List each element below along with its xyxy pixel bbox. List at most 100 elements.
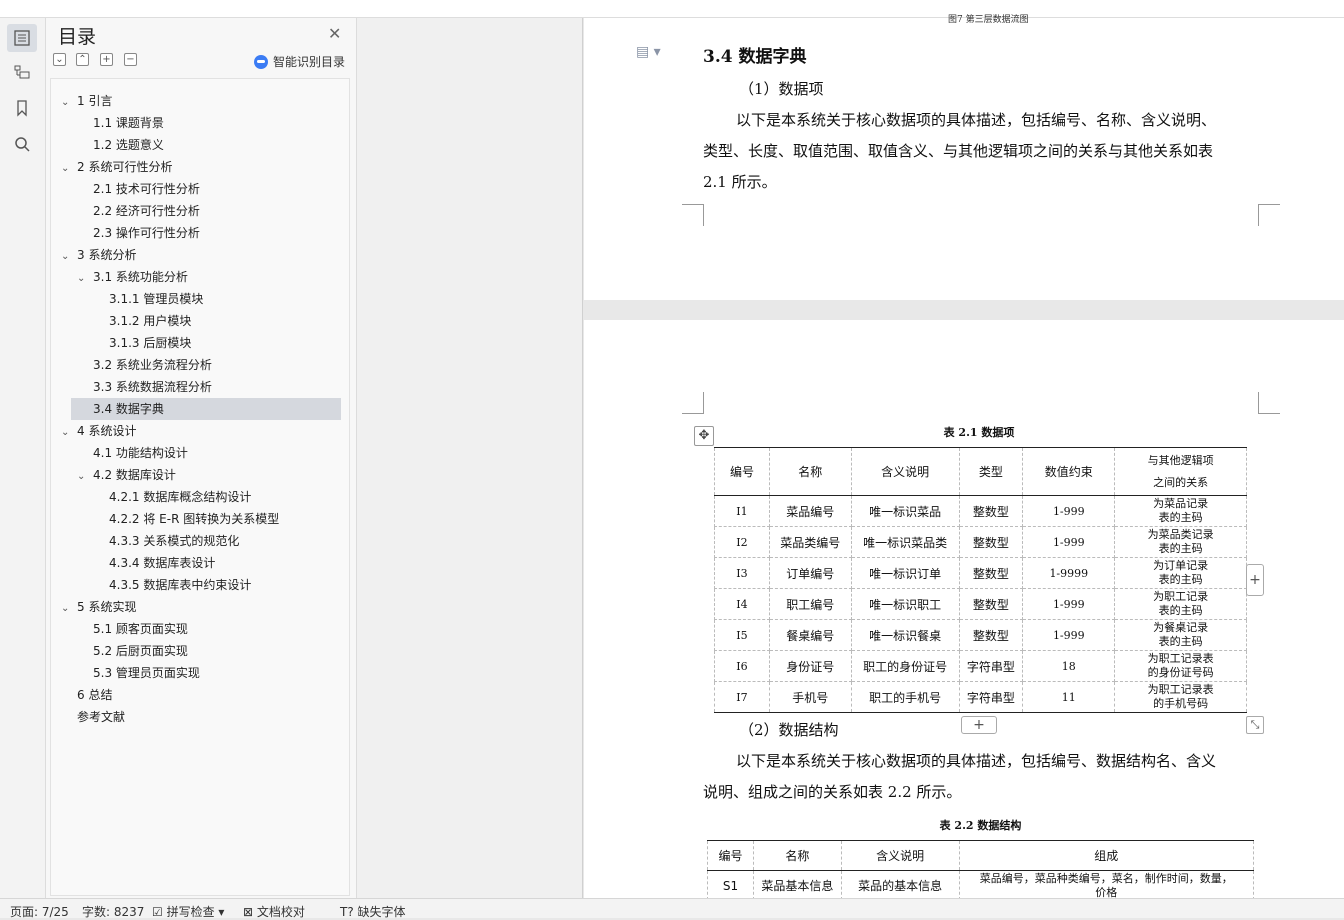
- toc-item[interactable]: 3.1.1 管理员模块: [51, 288, 349, 310]
- add-column-button[interactable]: +: [1246, 564, 1264, 596]
- toc-item-label: 3 系统分析: [77, 248, 137, 262]
- chevron-down-icon[interactable]: ⌄: [61, 158, 73, 180]
- table-cell: 1-9999: [1022, 557, 1116, 589]
- table-cell: 唯一标识菜品类: [850, 526, 960, 558]
- table-cell: 1-999: [1022, 619, 1116, 651]
- table-cell: 唯一标识菜品: [850, 495, 960, 527]
- toc-item-label: 5 系统实现: [77, 600, 137, 614]
- toc-item[interactable]: 6 总结: [51, 684, 349, 706]
- proofread-button[interactable]: ⊠ 文档校对: [243, 903, 305, 920]
- toc-item[interactable]: 2.1 技术可行性分析: [51, 178, 349, 200]
- document-canvas-margin: [357, 18, 583, 898]
- chevron-down-icon[interactable]: ⌄: [61, 92, 73, 114]
- toc-item-label: 5.3 管理员页面实现: [93, 666, 200, 680]
- toc-item-label: 参考文献: [77, 710, 126, 724]
- chevron-down-icon[interactable]: ⌄: [77, 268, 89, 290]
- toc-item[interactable]: 2.2 经济可行性分析: [51, 200, 349, 222]
- toc-item[interactable]: ⌄ 3.1 系统功能分析: [51, 266, 349, 288]
- table-header-cell: 含义说明: [850, 447, 960, 496]
- table-cell: I7: [714, 681, 770, 713]
- resize-table-icon[interactable]: ⤡: [1246, 716, 1264, 734]
- table-cell: 菜品编号: [768, 495, 852, 527]
- toc-item[interactable]: 1.1 课题背景: [51, 112, 349, 134]
- toc-item[interactable]: 5.2 后厨页面实现: [51, 640, 349, 662]
- table-cell-line: 为菜品类记录: [1147, 528, 1214, 541]
- table-caption: 表 2.2 数据结构: [939, 819, 1022, 832]
- remove-heading-icon[interactable]: −: [124, 53, 137, 66]
- table-row: I7 手机号 职工的手机号 字符串型 11 为职工记录表 的手机号码: [714, 681, 1247, 713]
- page-indicator[interactable]: 页面: 7/25: [10, 903, 69, 920]
- smart-toc-button[interactable]: 智能识别目录: [254, 53, 345, 70]
- proofread-label: 文档校对: [256, 905, 305, 919]
- toc-item[interactable]: 2.3 操作可行性分析: [51, 222, 349, 244]
- table-move-handle-icon[interactable]: ✥: [694, 426, 714, 446]
- toc-item[interactable]: ⌄ 4.2 数据库设计: [51, 464, 349, 486]
- document-page: 表 2.1 数据项 ✥ 编号 名称 含义说明 类型 数值约束 与其他逻辑项 之间…: [584, 320, 1344, 901]
- toc-item-label: 3.3 系统数据流程分析: [93, 380, 212, 394]
- table-cell: 菜品编号，菜品种类编号，菜名，制作时间，数量， 价格: [958, 870, 1255, 901]
- toc-item-label: 3.2 系统业务流程分析: [93, 358, 212, 372]
- paragraph-line: 以下是本系统关于核心数据项的具体描述，包括编号、数据结构名、含义: [736, 752, 1217, 770]
- toc-item[interactable]: 4.2.2 将 E-R 图转换为关系模型: [51, 508, 349, 530]
- toc-item[interactable]: 3.4 数据字典: [71, 398, 341, 420]
- add-row-button[interactable]: +: [961, 716, 997, 734]
- bookmark-icon[interactable]: [7, 94, 37, 122]
- toc-item[interactable]: 5.3 管理员页面实现: [51, 662, 349, 684]
- toc-item[interactable]: 3.1.2 用户模块: [51, 310, 349, 332]
- toc-item[interactable]: ⌄ 2 系统可行性分析: [51, 156, 349, 178]
- toc-item[interactable]: 4.3.4 数据库表设计: [51, 552, 349, 574]
- toc-item-label: 3.1.1 管理员模块: [109, 292, 204, 306]
- close-icon[interactable]: ✕: [328, 24, 341, 43]
- toc-item-label: 5.1 顾客页面实现: [93, 622, 188, 636]
- table-header-row: 编号 名称 含义说明 类型 数值约束 与其他逻辑项 之间的关系: [714, 447, 1247, 496]
- toc-item-label: 3.4 数据字典: [93, 402, 164, 416]
- table-cell: 1-999: [1022, 495, 1116, 527]
- table-cell: 菜品的基本信息: [840, 870, 960, 901]
- chevron-down-icon[interactable]: ⌄: [61, 598, 73, 620]
- table-header-cell: 组成: [958, 840, 1255, 871]
- toc-item[interactable]: 3.2 系统业务流程分析: [51, 354, 349, 376]
- toc-item[interactable]: 4.2.1 数据库概念结构设计: [51, 486, 349, 508]
- toc-item[interactable]: ⌄ 4 系统设计: [51, 420, 349, 442]
- outline-structure-icon[interactable]: [7, 58, 37, 86]
- table-header-cell: 编号: [707, 840, 754, 871]
- paragraph-options-icon[interactable]: ▤ ▾: [636, 44, 661, 60]
- table-cell: 为职工记录 表的主码: [1114, 588, 1247, 620]
- chevron-down-icon[interactable]: ⌄: [61, 246, 73, 268]
- toc-item[interactable]: 4.3.5 数据库表中约束设计: [51, 574, 349, 596]
- toc-item[interactable]: ⌄ 1 引言: [51, 90, 349, 112]
- toc-item[interactable]: 3.3 系统数据流程分析: [51, 376, 349, 398]
- toc-item[interactable]: 3.1.3 后厨模块: [51, 332, 349, 354]
- toc-panel-icon[interactable]: [7, 24, 37, 52]
- add-heading-icon[interactable]: +: [100, 53, 113, 66]
- chevron-down-icon[interactable]: ⌄: [61, 422, 73, 444]
- missing-font-button[interactable]: T? 缺失字体: [340, 903, 406, 920]
- paragraph-line: 2.1 所示。: [703, 173, 777, 191]
- toc-item[interactable]: 4.3.3 关系模式的规范化: [51, 530, 349, 552]
- word-count[interactable]: 字数: 8237: [82, 903, 144, 920]
- toc-item[interactable]: 4.1 功能结构设计: [51, 442, 349, 464]
- table-cell-line: 为餐桌记录: [1153, 621, 1209, 634]
- table-row: I4 职工编号 唯一标识职工 整数型 1-999 为职工记录 表的主码: [714, 588, 1247, 620]
- toc-item-label: 1.1 课题背景: [93, 116, 164, 130]
- table-cell-line: 为职工记录表: [1147, 683, 1214, 696]
- toc-item[interactable]: ⌄ 3 系统分析: [51, 244, 349, 266]
- table-header-line: 之间的关系: [1153, 475, 1209, 489]
- data-items-table: 编号 名称 含义说明 类型 数值约束 与其他逻辑项 之间的关系 I1 菜品编号 唯一…: [714, 447, 1247, 713]
- toc-item[interactable]: 1.2 选题意义: [51, 134, 349, 156]
- toc-item[interactable]: 参考文献: [51, 706, 349, 728]
- spell-check-button[interactable]: ☑ 拼写检查 ▾: [152, 903, 224, 920]
- collapse-all-icon[interactable]: ⌄: [53, 53, 66, 66]
- table-cell-line: 表的主码: [1158, 635, 1203, 648]
- toc-item-label: 4.2 数据库设计: [93, 468, 176, 482]
- toc-item-label: 1 引言: [77, 94, 113, 108]
- search-icon[interactable]: [7, 130, 37, 158]
- chevron-down-icon[interactable]: ⌄: [77, 466, 89, 488]
- toc-item[interactable]: 5.1 顾客页面实现: [51, 618, 349, 640]
- table-cell: 为餐桌记录 表的主码: [1114, 619, 1247, 651]
- toc-item[interactable]: ⌄ 5 系统实现: [51, 596, 349, 618]
- expand-up-icon[interactable]: ⌃: [76, 53, 89, 66]
- toc-item-label: 4.2.2 将 E-R 图转换为关系模型: [109, 512, 280, 526]
- table-cell: 菜品基本信息: [752, 870, 842, 901]
- ai-icon: [254, 54, 268, 69]
